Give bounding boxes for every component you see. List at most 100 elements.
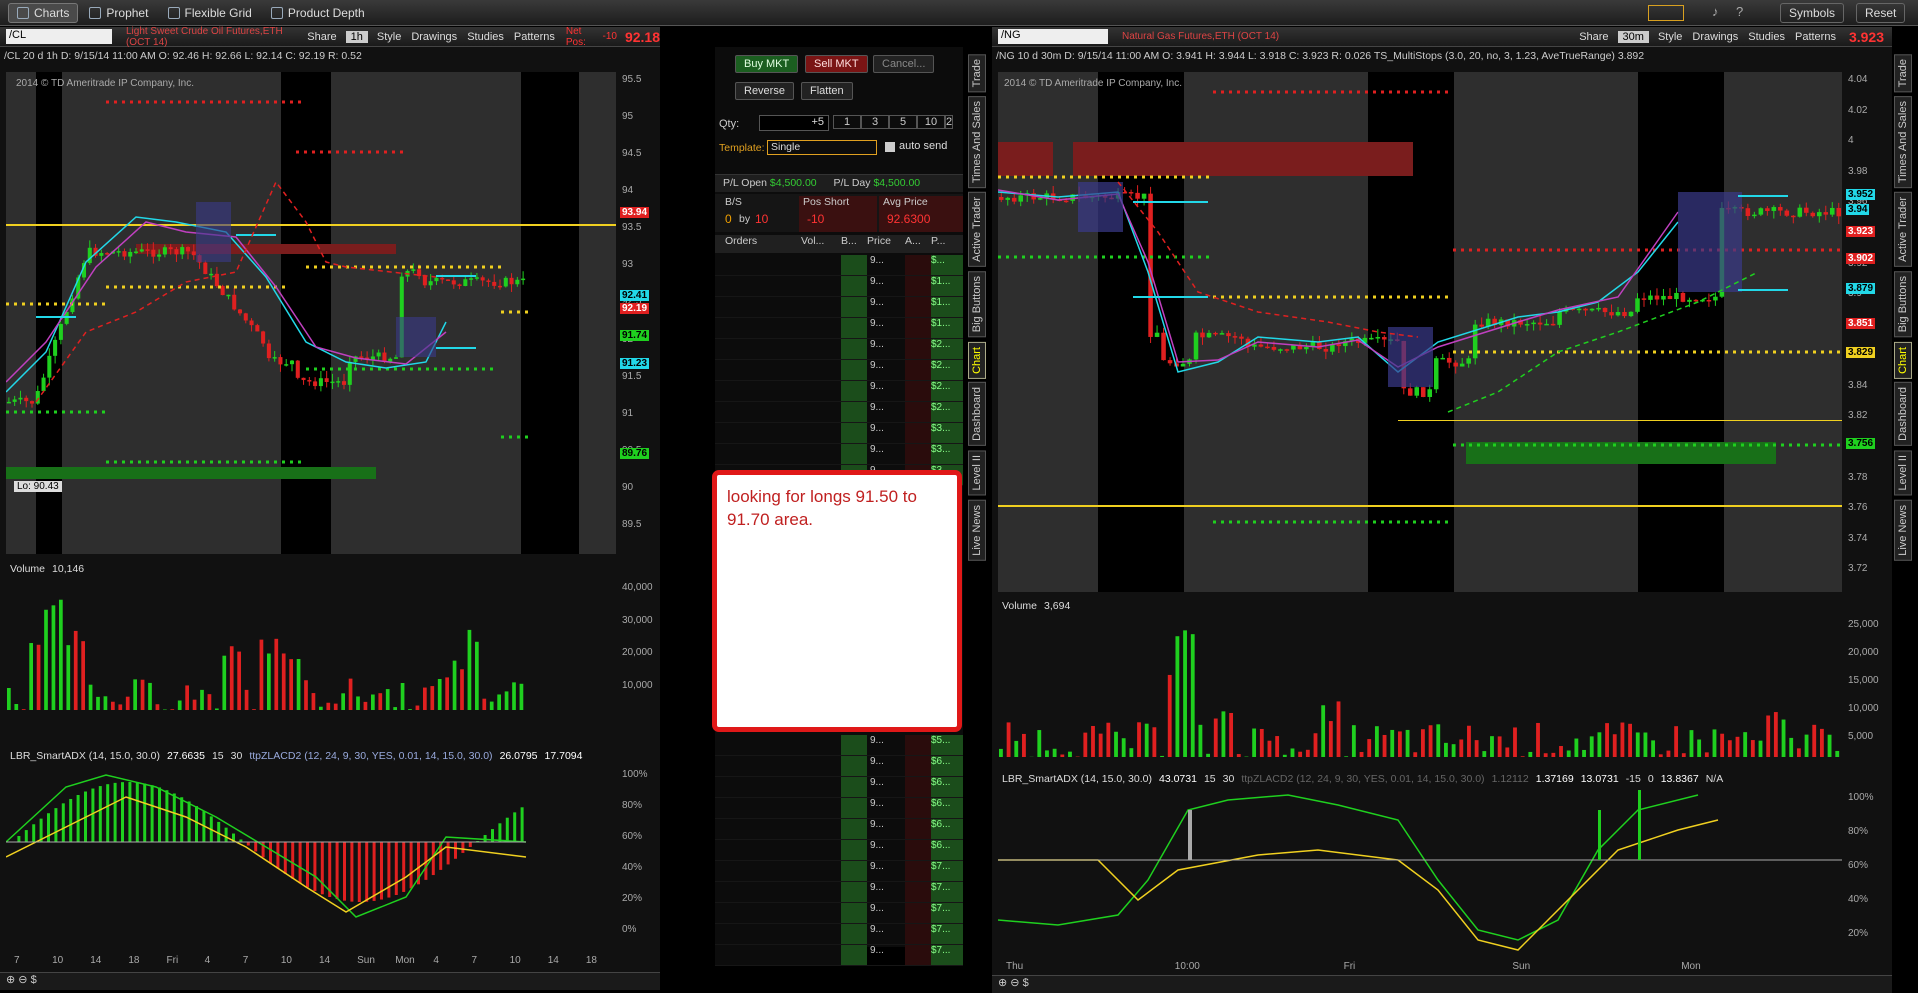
side-tab-big-buttons[interactable]: Big Buttons [1894, 271, 1912, 337]
right-share-button[interactable]: Share [1574, 31, 1613, 43]
reverse-button[interactable]: Reverse [735, 82, 794, 100]
left-drawings-button[interactable]: Drawings [406, 31, 462, 43]
volume-bar [1452, 744, 1456, 757]
right-bottom-controls[interactable]: ⊕ ⊖ $ [992, 975, 1892, 993]
tab-flexible-grid[interactable]: Flexible Grid [160, 3, 260, 23]
symbols-button[interactable]: Symbols [1780, 3, 1844, 23]
candle [1538, 323, 1543, 325]
side-tab-dashboard[interactable]: Dashboard [1894, 382, 1912, 446]
side-tab-active-trader[interactable]: Active Trader [1894, 192, 1912, 267]
ladder-row[interactable]: 9...$2... [715, 381, 963, 402]
bell-icon[interactable]: ♪ [1712, 4, 1719, 19]
side-tab-chart[interactable]: Chart [968, 342, 986, 379]
axis-tick-label: 80% [1848, 826, 1868, 837]
ladder-row[interactable]: 9...$5... [715, 735, 963, 756]
left-period-button[interactable]: 1h [346, 31, 368, 43]
ladder-row[interactable]: 9...$7... [715, 924, 963, 945]
ladder-row[interactable]: 9...$... [715, 255, 963, 276]
autosend-checkbox[interactable] [885, 142, 895, 152]
qty-presets[interactable]: 1 3 5 10 2 [833, 115, 953, 129]
side-tab-big-buttons[interactable]: Big Buttons [968, 271, 986, 337]
side-tab-live-news[interactable]: Live News [1894, 500, 1912, 561]
ladder-row[interactable]: 9...$3... [715, 423, 963, 444]
qty-preset[interactable]: 3 [861, 115, 889, 129]
qty-preset[interactable]: 5 [889, 115, 917, 129]
zoom-out-icon[interactable]: ⊖ [1010, 977, 1019, 989]
template-select[interactable]: Single [767, 140, 877, 155]
dollar-icon[interactable]: $ [1023, 977, 1029, 989]
axis-tick-label: 3.82 [1848, 410, 1867, 421]
side-tab-level-ii[interactable]: Level II [968, 450, 986, 495]
ladder-price: 9... [867, 903, 905, 923]
left-studies-button[interactable]: Studies [462, 31, 509, 43]
ladder-row[interactable]: 9...$1... [715, 297, 963, 318]
candle [1421, 387, 1426, 397]
side-tab-times-and-sales[interactable]: Times And Sales [968, 96, 986, 188]
right-style-button[interactable]: Style [1653, 31, 1687, 43]
axis-tick-label: 3.78 [1848, 472, 1867, 483]
side-tab-active-trader[interactable]: Active Trader [968, 192, 986, 267]
ladder-row[interactable]: 9...$7... [715, 882, 963, 903]
volume-bar [1145, 724, 1149, 757]
note-text: looking for longs 91.50 to 91.70 area. [727, 487, 917, 529]
flatten-button[interactable]: Flatten [801, 82, 853, 100]
left-patterns-button[interactable]: Patterns [509, 31, 560, 43]
tab-product-depth[interactable]: Product Depth [263, 3, 373, 23]
volume-bar [1651, 740, 1655, 757]
right-period-button[interactable]: 30m [1618, 31, 1649, 43]
side-tab-live-news[interactable]: Live News [968, 500, 986, 561]
side-tab-times-and-sales[interactable]: Times And Sales [1894, 96, 1912, 188]
right-symbol-field[interactable]: /NG [998, 29, 1108, 44]
qty-preset[interactable]: 2 [945, 115, 953, 129]
ladder-row[interactable]: 9...$3... [715, 444, 963, 465]
layout-icon[interactable] [1648, 5, 1684, 21]
ladder-row[interactable]: 9...$2... [715, 360, 963, 381]
axis-tick-label: 5,000 [1848, 731, 1873, 742]
ladder-row[interactable]: 9...$7... [715, 903, 963, 924]
left-symbol-field[interactable]: /CL [6, 29, 112, 44]
ladder-row[interactable]: 9...$2... [715, 402, 963, 423]
help-icon[interactable]: ? [1736, 4, 1743, 19]
ladder-row[interactable]: 9...$7... [715, 945, 963, 966]
cancel-button[interactable]: Cancel... [873, 55, 934, 73]
ladder-row[interactable]: 9...$2... [715, 339, 963, 360]
ladder-row[interactable]: 9...$6... [715, 840, 963, 861]
ladder-price: 9... [867, 819, 905, 839]
ladder-row[interactable]: 9...$1... [715, 318, 963, 339]
left-indicator-axis: 100%80%60%40%20%0% [620, 767, 660, 953]
reset-button[interactable]: Reset [1856, 3, 1905, 23]
tab-charts[interactable]: Charts [8, 3, 78, 23]
qty-preset[interactable]: 1 [833, 115, 861, 129]
ladder-row[interactable]: 9...$6... [715, 819, 963, 840]
histogram-bar [521, 807, 524, 842]
ladder-row[interactable]: 9...$1... [715, 276, 963, 297]
candle [1376, 337, 1381, 339]
left-share-button[interactable]: Share [302, 31, 341, 43]
side-tab-chart[interactable]: Chart [1894, 342, 1912, 379]
qty-stepper[interactable]: +5 [759, 115, 829, 131]
side-tab-level-ii[interactable]: Level II [1894, 450, 1912, 495]
right-patterns-button[interactable]: Patterns [1790, 31, 1841, 43]
ladder-row[interactable]: 9...$6... [715, 777, 963, 798]
right-drawings-button[interactable]: Drawings [1687, 31, 1743, 43]
left-style-button[interactable]: Style [372, 31, 406, 43]
volume-bar [1321, 705, 1325, 757]
tab-prophet[interactable]: Prophet [81, 3, 156, 23]
left-bottom-controls[interactable]: ⊕ ⊖ $ [0, 972, 660, 990]
right-studies-button[interactable]: Studies [1743, 31, 1790, 43]
side-tab-trade[interactable]: Trade [968, 54, 986, 92]
ladder-price: 9... [867, 798, 905, 818]
side-tab-trade[interactable]: Trade [1894, 54, 1912, 92]
candle [411, 269, 415, 271]
qty-preset[interactable]: 10 [917, 115, 945, 129]
buy-mkt-button[interactable]: Buy MKT [735, 55, 798, 73]
candle [244, 313, 248, 320]
sell-mkt-button[interactable]: Sell MKT [805, 55, 868, 73]
ladder-row[interactable]: 9...$6... [715, 756, 963, 777]
ladder-row[interactable]: 9...$7... [715, 861, 963, 882]
side-tab-dashboard[interactable]: Dashboard [968, 382, 986, 446]
ladder-row[interactable]: 9...$6... [715, 798, 963, 819]
zoom-in-icon[interactable]: ⊕ [998, 977, 1007, 989]
candle [1609, 312, 1614, 315]
histogram-bar [321, 842, 324, 894]
